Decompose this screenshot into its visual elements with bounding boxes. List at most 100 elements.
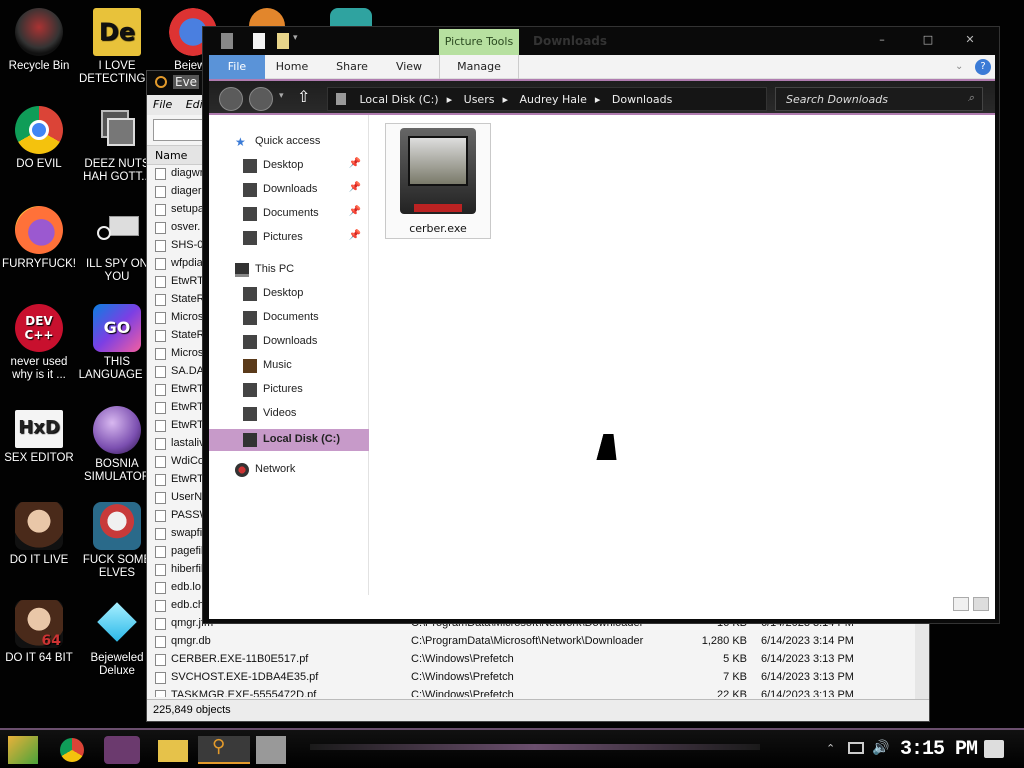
desktop-icon-sex-editor[interactable]: HxD SEX EDITOR (0, 406, 78, 465)
maximize-button[interactable]: □ (913, 31, 943, 51)
window-title: Downloads (533, 34, 608, 48)
forward-button[interactable] (249, 87, 273, 111)
sidebar-item-qa-pictures[interactable]: Pictures 📌 (209, 227, 369, 249)
desktop-icon-i-love-detecting[interactable]: De I LOVE DETECTING... (78, 8, 156, 86)
taskbar-everything-icon[interactable]: ⚲ (198, 736, 250, 764)
sidebar-item-pc-music[interactable]: Music (209, 355, 369, 377)
recent-locations-chevron-icon[interactable]: ▾ (279, 91, 284, 101)
file-icon (155, 474, 166, 486)
file-icon (155, 564, 166, 576)
pin-icon[interactable]: 📌 (349, 182, 361, 193)
star-icon: ★ (235, 135, 246, 149)
sidebar-item-quick-access[interactable]: ★ Quick access (209, 131, 369, 153)
tab-share[interactable]: Share (329, 55, 375, 79)
vertical-scrollbar[interactable] (915, 621, 929, 701)
properties-icon[interactable] (253, 33, 265, 49)
table-row[interactable]: TASKMGR.EXE-5555472D.pf C:\Windows\Prefet… (147, 687, 917, 697)
desktop-icon-never-used[interactable]: DEV C++ never used why is it ... (0, 304, 78, 382)
desktop-icon-fuck-some-elves[interactable]: FUCK SOME ELVES (78, 502, 156, 580)
sidebar-item-pc-videos[interactable]: Videos (209, 403, 369, 425)
menu-file[interactable]: File (153, 98, 172, 111)
hard-drive-icon (243, 433, 257, 447)
breadcrumb-audrey-hale[interactable]: Audrey Hale (519, 93, 586, 106)
sidebar-item-pc-downloads[interactable]: Downloads (209, 331, 369, 353)
chrome-icon (15, 106, 63, 154)
videos-folder-icon (243, 407, 257, 421)
minimize-button[interactable]: – (867, 31, 897, 51)
desktop-icon-bosnia-simulator[interactable]: BOSNIA SIMULATOR (78, 406, 156, 484)
file-icon (155, 204, 166, 216)
file-item-cerber[interactable]: cerber.exe (385, 123, 491, 239)
details-view-button[interactable] (953, 597, 969, 611)
menu-edit[interactable]: Edi (186, 98, 203, 111)
taskbar-explorer-icon[interactable] (158, 740, 188, 762)
sidebar-item-pc-desktop[interactable]: Desktop (209, 283, 369, 305)
file-icon (155, 438, 166, 450)
file-icon (155, 186, 166, 198)
desktop-icon-bejeweled-deluxe[interactable]: Bejeweled Deluxe (78, 600, 156, 678)
tab-file[interactable]: File (209, 55, 265, 79)
ribbon-expand-chevron-icon[interactable]: ⌄ (955, 61, 963, 72)
desktop-icon-ill-spy-on-you[interactable]: ILL SPY ON YOU (78, 206, 156, 284)
volume-icon[interactable]: 🔊 (872, 740, 889, 756)
table-row[interactable]: SVCHOST.EXE-1DBA4E35.pf C:\Windows\Prefet… (147, 669, 917, 687)
desktop-icon-deez-nuts[interactable]: DEEZ NUTS HAH GOTT... (78, 106, 156, 184)
chevron-down-icon[interactable]: ▾ (293, 33, 301, 49)
desktop-icon-this-language[interactable]: GO THIS LANGUAGE ... (78, 304, 156, 382)
table-row[interactable]: qmgr.db C:\ProgramData\Microsoft\Network\… (147, 633, 917, 651)
breadcrumb[interactable]: Local Disk (C:) ▸ Users ▸ Audrey Hale ▸ Dow… (327, 87, 767, 111)
search-input[interactable]: Search Downloads ⌕ (775, 87, 983, 111)
taskbar-clock[interactable]: 3:15 PM (900, 738, 978, 761)
start-button[interactable] (8, 736, 38, 764)
devcpp-icon: DEV C++ (15, 304, 63, 352)
file-icon (155, 690, 166, 697)
pin-icon[interactable]: 📌 (349, 230, 361, 241)
desktop-icon-recycle-bin[interactable]: Recycle Bin (0, 8, 78, 73)
tab-manage[interactable]: Manage (439, 55, 519, 79)
taskbar-chrome-icon[interactable] (60, 738, 84, 762)
breadcrumb-local-disk[interactable]: Local Disk (C:) (360, 93, 439, 106)
sidebar-item-qa-documents[interactable]: Documents 📌 (209, 203, 369, 225)
desktop-icon-furryfuck[interactable]: FURRYFUCK! (0, 206, 78, 271)
sidebar-item-qa-desktop[interactable]: Desktop 📌 (209, 155, 369, 177)
explorer-titlebar[interactable]: ▾ Picture Tools Downloads – □ ✕ (203, 27, 999, 55)
large-icons-view-button[interactable] (973, 597, 989, 611)
network-icon[interactable] (848, 742, 864, 754)
close-button[interactable]: ✕ (955, 31, 985, 51)
back-button[interactable] (219, 87, 243, 111)
up-arrow-icon[interactable]: ⇧ (297, 87, 310, 106)
mine-icon (93, 406, 141, 454)
help-icon[interactable]: ? (975, 59, 991, 75)
picture-tools-tab[interactable]: Picture Tools (439, 29, 519, 55)
sidebar-item-network[interactable]: Network (209, 459, 369, 481)
desktop-icon-do-evil[interactable]: DO EVIL (0, 106, 78, 171)
new-folder-icon[interactable] (277, 33, 289, 49)
sidebar-item-pc-pictures[interactable]: Pictures (209, 379, 369, 401)
notification-icon[interactable] (984, 740, 1004, 758)
computer-icon (235, 263, 249, 277)
taskbar-firefox-icon[interactable] (104, 736, 140, 764)
tab-view[interactable]: View (389, 55, 429, 79)
table-row[interactable]: CERBER.EXE-11B0E517.pf C:\Windows\Prefetc… (147, 651, 917, 669)
breadcrumb-users[interactable]: Users (464, 93, 495, 106)
chevron-up-icon[interactable]: ⌃ (826, 742, 835, 755)
pin-icon[interactable]: 📌 (349, 158, 361, 169)
pin-icon[interactable]: 📌 (349, 206, 361, 217)
desktop: Recycle Bin DO EVIL FURRYFUCK! DEV C++ ne… (0, 0, 1024, 768)
file-icon (155, 420, 166, 432)
tab-home[interactable]: Home (271, 55, 313, 79)
desktop-icon-do-it-64-bit[interactable]: 64 DO IT 64 BIT (0, 600, 78, 665)
taskbar-app-icon[interactable] (256, 736, 286, 764)
sidebar-item-local-disk[interactable]: Local Disk (C:) (209, 429, 369, 451)
recycle-bin-icon (15, 8, 63, 56)
desktop-icon-do-it-live[interactable]: DO IT LIVE (0, 502, 78, 567)
sidebar-item-this-pc[interactable]: This PC (209, 259, 369, 281)
breadcrumb-downloads[interactable]: Downloads (612, 93, 672, 106)
file-icon (155, 258, 166, 270)
sidebar-item-qa-downloads[interactable]: Downloads 📌 (209, 179, 369, 201)
downloads-folder-icon (243, 335, 257, 349)
spy-computer-icon (93, 206, 141, 254)
sidebar-item-pc-documents[interactable]: Documents (209, 307, 369, 329)
pictures-folder-icon (243, 231, 257, 245)
ribbon-tabs: File Home Share View Manage ⌄ ? (209, 55, 995, 79)
